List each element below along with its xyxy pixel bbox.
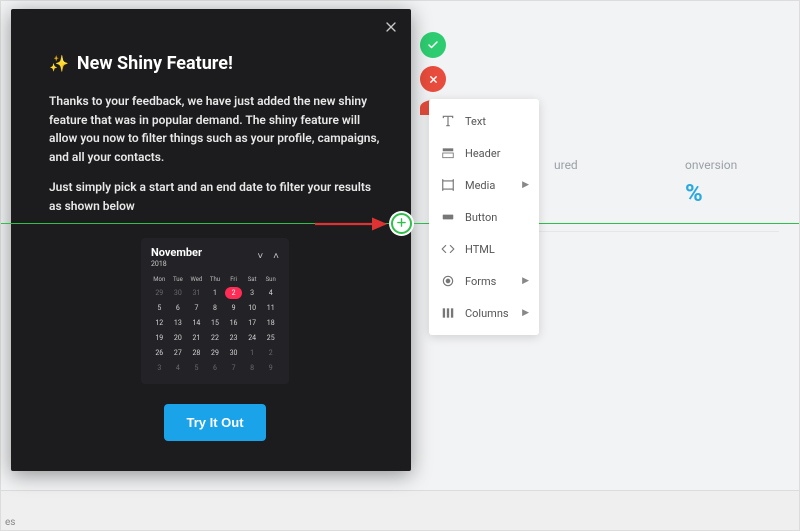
- calendar-day[interactable]: 3: [244, 287, 261, 299]
- bottom-tab: es: [1, 515, 23, 530]
- feature-announcement-modal: ✨ New Shiny Feature! Thanks to your feed…: [11, 9, 411, 471]
- modal-paragraph-1: Thanks to your feedback, we have just ad…: [49, 92, 381, 166]
- calendar-day[interactable]: 10: [244, 302, 261, 314]
- calendar-day[interactable]: 12: [151, 317, 168, 329]
- panel-label: HTML: [465, 243, 495, 256]
- calendar-day[interactable]: 4: [170, 362, 187, 374]
- calendar-day[interactable]: 1: [244, 347, 261, 359]
- calendar-day[interactable]: 28: [188, 347, 205, 359]
- calendar-dow: Tue: [170, 276, 187, 283]
- calendar-day[interactable]: 26: [151, 347, 168, 359]
- calendar-day[interactable]: 7: [188, 302, 205, 314]
- calendar-day[interactable]: 18: [262, 317, 279, 329]
- metric-label-captured: ured: [554, 158, 578, 172]
- calendar-day[interactable]: 8: [207, 302, 224, 314]
- calendar-day[interactable]: 24: [244, 332, 261, 344]
- modal-title-text: New Shiny Feature!: [77, 53, 233, 74]
- calendar-dow: Mon: [151, 276, 168, 283]
- calendar-dow: Wed: [188, 276, 205, 283]
- calendar-day[interactable]: 30: [225, 347, 242, 359]
- calendar-day[interactable]: 8: [244, 362, 261, 374]
- calendar-day[interactable]: 27: [170, 347, 187, 359]
- close-button[interactable]: [383, 19, 399, 39]
- calendar-day[interactable]: 16: [225, 317, 242, 329]
- calendar-day[interactable]: 23: [225, 332, 242, 344]
- calendar-days-grid: 2930311234567891011121314151617181920212…: [151, 287, 279, 374]
- panel-item-forms[interactable]: Forms ▶: [429, 265, 539, 297]
- calendar-year: 2018: [151, 260, 202, 268]
- cancel-button[interactable]: [420, 66, 446, 92]
- calendar-dow: Fri: [225, 276, 242, 283]
- calendar-day[interactable]: 29: [151, 287, 168, 299]
- calendar-day[interactable]: 31: [188, 287, 205, 299]
- panel-label: Forms: [465, 275, 496, 288]
- panel-item-header[interactable]: Header: [429, 137, 539, 169]
- calendar-day[interactable]: 15: [207, 317, 224, 329]
- calendar-day[interactable]: 7: [225, 362, 242, 374]
- chevron-right-icon: ▶: [522, 308, 529, 318]
- bottom-bar: [1, 490, 799, 530]
- panel-label: Header: [465, 147, 500, 160]
- calendar-dow-row: MonTueWedThuFriSatSun: [151, 276, 279, 283]
- calendar-prev[interactable]: ˅: [257, 251, 263, 262]
- forms-icon: [441, 274, 455, 288]
- calendar-day[interactable]: 9: [225, 302, 242, 314]
- plus-icon: [396, 217, 407, 230]
- panel-item-text[interactable]: Text: [429, 105, 539, 137]
- panel-item-button[interactable]: Button: [429, 201, 539, 233]
- calendar-day[interactable]: 17: [244, 317, 261, 329]
- panel-item-html[interactable]: HTML: [429, 233, 539, 265]
- calendar-day[interactable]: 21: [188, 332, 205, 344]
- chevron-right-icon: ▶: [522, 276, 529, 286]
- chevron-right-icon: ▶: [522, 180, 529, 190]
- calendar-widget: November 2018 ˅ ˄ MonTueWedThuFriSatSun …: [141, 238, 289, 384]
- calendar-dow: Sun: [262, 276, 279, 283]
- annotation-arrow: [313, 212, 395, 236]
- calendar-day[interactable]: 2: [225, 287, 242, 299]
- calendar-day[interactable]: 29: [207, 347, 224, 359]
- calendar-day[interactable]: 9: [262, 362, 279, 374]
- metric-label-conversion: onversion: [685, 158, 737, 172]
- insert-handle[interactable]: [391, 213, 412, 234]
- calendar-dow: Thu: [207, 276, 224, 283]
- media-icon: [441, 178, 455, 192]
- calendar-day[interactable]: 2: [262, 347, 279, 359]
- calendar-day[interactable]: 11: [262, 302, 279, 314]
- header-icon: [441, 146, 455, 160]
- calendar-day[interactable]: 22: [207, 332, 224, 344]
- calendar-day[interactable]: 3: [151, 362, 168, 374]
- html-icon: [441, 242, 455, 256]
- calendar-day[interactable]: 5: [188, 362, 205, 374]
- panel-label: Button: [465, 211, 497, 224]
- panel-label: Media: [465, 179, 495, 192]
- calendar-day[interactable]: 6: [170, 302, 187, 314]
- modal-title: ✨ New Shiny Feature!: [49, 53, 381, 74]
- modal-paragraph-2: Just simply pick a start and an end date…: [49, 178, 381, 215]
- panel-label: Text: [465, 115, 486, 128]
- metric-value-conversion: %: [685, 179, 703, 207]
- try-it-out-button[interactable]: Try It Out: [164, 404, 265, 441]
- calendar-next[interactable]: ˄: [273, 251, 279, 262]
- calendar-day[interactable]: 14: [188, 317, 205, 329]
- calendar-day[interactable]: 13: [170, 317, 187, 329]
- calendar-day[interactable]: 20: [170, 332, 187, 344]
- text-icon: [441, 114, 455, 128]
- calendar-day[interactable]: 30: [170, 287, 187, 299]
- calendar-dow: Sat: [244, 276, 261, 283]
- calendar-day[interactable]: 25: [262, 332, 279, 344]
- confirm-button[interactable]: [420, 32, 446, 58]
- calendar-day[interactable]: 19: [151, 332, 168, 344]
- panel-item-media[interactable]: Media ▶: [429, 169, 539, 201]
- panel-item-columns[interactable]: Columns ▶: [429, 297, 539, 329]
- block-insert-panel: Text Header Media ▶ Button HTML Forms ▶ …: [429, 99, 539, 335]
- calendar-day[interactable]: 5: [151, 302, 168, 314]
- calendar-month: November: [151, 246, 202, 259]
- button-icon: [441, 210, 455, 224]
- columns-icon: [441, 306, 455, 320]
- calendar-day[interactable]: 1: [207, 287, 224, 299]
- panel-label: Columns: [465, 307, 509, 320]
- calendar-day[interactable]: 6: [207, 362, 224, 374]
- sparkle-icon: ✨: [49, 54, 69, 73]
- calendar-day[interactable]: 4: [262, 287, 279, 299]
